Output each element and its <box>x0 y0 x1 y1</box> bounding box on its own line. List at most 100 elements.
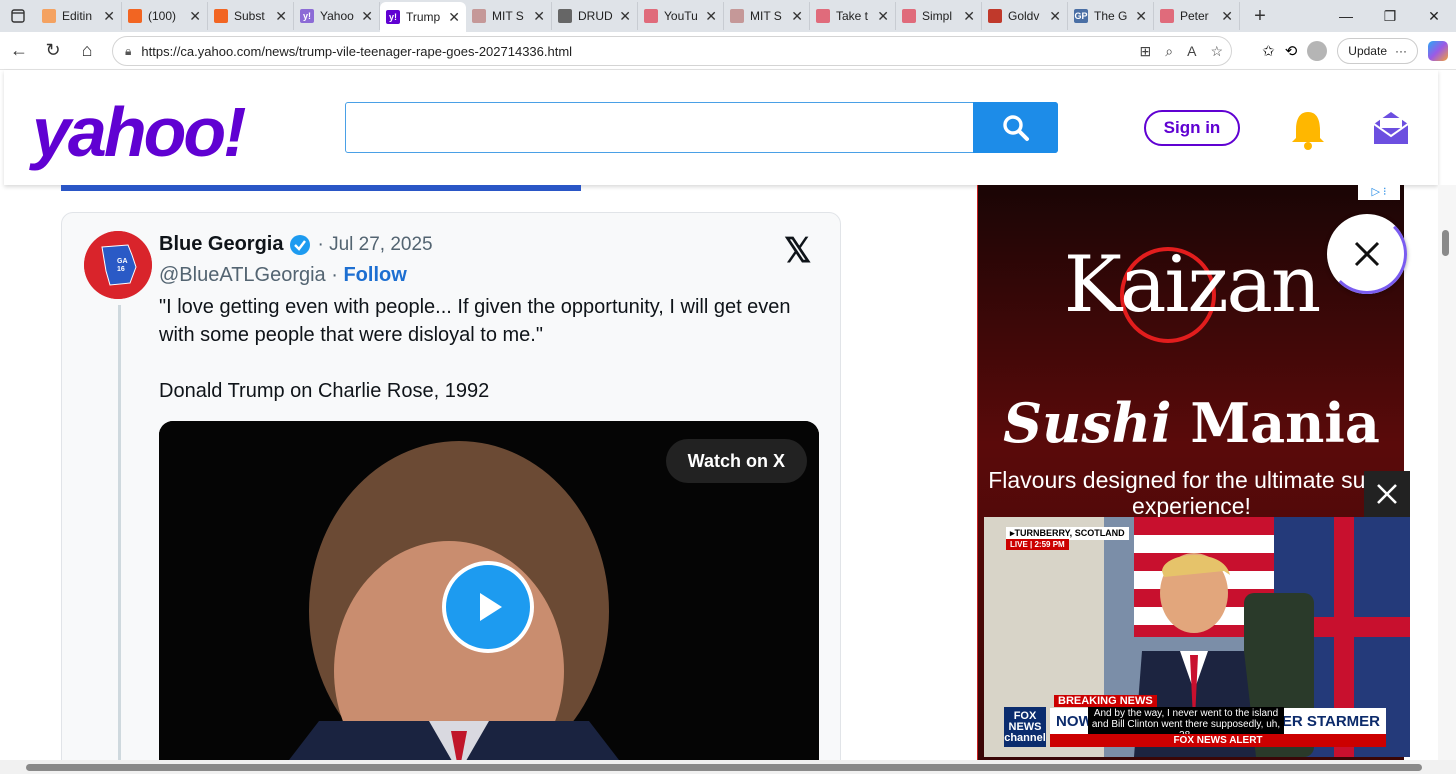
zoom-icon[interactable]: ⌕ <box>1165 43 1173 60</box>
minimize-button[interactable]: — <box>1324 0 1368 32</box>
browser-tab[interactable]: DRUD ✕ <box>552 2 638 30</box>
author-name[interactable]: Blue Georgia <box>159 233 283 256</box>
tab-close-icon[interactable]: ✕ <box>1221 8 1233 25</box>
read-aloud-icon[interactable]: A <box>1187 43 1196 59</box>
tweet-quote: "I love getting even with people... If g… <box>159 296 791 346</box>
ad-headline: Sushi Mania <box>978 391 1404 455</box>
sign-in-button[interactable]: Sign in <box>1144 110 1240 146</box>
floating-video-player[interactable]: ▸TURNBERRY, SCOTLAND LIVE | 2:59 PM BREA… <box>984 517 1410 757</box>
tab-close-icon[interactable]: ✕ <box>705 8 717 25</box>
yahoo-logo[interactable]: yahoo! <box>32 92 246 172</box>
play-button[interactable] <box>442 561 534 653</box>
tweet-attribution: Donald Trump on Charlie Rose, 1992 <box>159 380 490 402</box>
search-input[interactable] <box>345 102 1058 153</box>
tab-favicon-icon: GP <box>1074 9 1088 23</box>
tweet-text: "I love getting even with people... If g… <box>159 293 809 433</box>
window-controls: — ❐ ✕ <box>1324 0 1456 32</box>
author-handle[interactable]: @BlueATLGeorgia <box>159 264 326 286</box>
ad-subtitle: Flavours designed for the ultimate sushi… <box>988 467 1395 519</box>
app-available-icon[interactable]: ⊞ <box>1140 43 1152 60</box>
browser-tab[interactable]: y! Yahoo ✕ <box>294 2 380 30</box>
avatar[interactable]: GA 16 <box>84 231 152 299</box>
adchoices-icon[interactable]: ▷ ⁝ <box>1358 182 1400 200</box>
tab-bar: Editin ✕ (100) ✕ Subst ✕ y! Yahoo ✕ y! Trump ✕ MIT S… <box>0 0 1456 32</box>
browser-tab[interactable]: Editin ✕ <box>36 2 122 30</box>
tab-title: YouTu <box>664 9 698 23</box>
tweet-handle-row: @BlueATLGeorgia · Follow <box>159 264 407 287</box>
address-bar-row: ← ↻ ⌂ 🔒︎ https://ca.yahoo.com/news/trump… <box>0 32 1456 70</box>
tab-close-icon[interactable]: ✕ <box>448 9 460 26</box>
video-close-button[interactable] <box>1364 471 1410 517</box>
copilot-icon[interactable] <box>1428 41 1448 61</box>
tab-favicon-icon <box>1160 9 1174 23</box>
ad-close-button[interactable] <box>1327 214 1407 294</box>
history-icon[interactable]: ⟲ <box>1285 42 1298 60</box>
search-button[interactable] <box>973 102 1058 153</box>
browser-tab[interactable]: Peter ✕ <box>1154 2 1240 30</box>
browser-tab[interactable]: Subst ✕ <box>208 2 294 30</box>
svg-text:16: 16 <box>117 266 125 273</box>
tab-close-icon[interactable]: ✕ <box>275 8 287 25</box>
update-button[interactable]: Update ··· <box>1337 38 1418 64</box>
tweet-video[interactable]: Watch on X <box>159 421 819 773</box>
browser-tab[interactable]: y! Trump ✕ <box>380 2 466 32</box>
tab-close-icon[interactable]: ✕ <box>877 8 889 25</box>
tweet-author: Blue Georgia · Jul 27, 2025 <box>159 233 433 256</box>
tab-favicon-icon <box>730 9 744 23</box>
tab-actions-button[interactable] <box>0 0 36 32</box>
close-window-button[interactable]: ✕ <box>1412 0 1456 32</box>
browser-tab[interactable]: Take t ✕ <box>810 2 896 30</box>
tab-close-icon[interactable]: ✕ <box>1135 8 1147 25</box>
tab-title: Subst <box>234 9 265 23</box>
mail-icon[interactable] <box>1372 110 1410 151</box>
url-bar[interactable]: 🔒︎ https://ca.yahoo.com/news/trump-vile-… <box>112 36 1232 66</box>
tab-favicon-icon <box>644 9 658 23</box>
tab-favicon-icon <box>42 9 56 23</box>
browser-tab[interactable]: (100) ✕ <box>122 2 208 30</box>
profile-avatar[interactable] <box>1307 41 1328 61</box>
tab-close-icon[interactable]: ✕ <box>103 8 115 25</box>
browser-tab[interactable]: Goldv ✕ <box>982 2 1068 30</box>
browser-tab[interactable]: MIT S ✕ <box>466 2 552 30</box>
url-bar-icons: ⊞ ⌕ A ☆ <box>1140 37 1223 65</box>
back-button[interactable]: ← <box>2 34 36 68</box>
favorite-star-icon[interactable]: ☆ <box>1210 43 1223 60</box>
tab-close-icon[interactable]: ✕ <box>189 8 201 25</box>
tab-title: Editin <box>62 9 93 23</box>
tab-title: DRUD <box>578 9 613 23</box>
x-logo-icon[interactable]: 𝕏 <box>784 231 811 271</box>
browser-tab[interactable]: YouTu ✕ <box>638 2 724 30</box>
browser-tab[interactable]: GP The G ✕ <box>1068 2 1154 30</box>
tab-close-icon[interactable]: ✕ <box>361 8 373 25</box>
tab-close-icon[interactable]: ✕ <box>791 8 803 25</box>
tab-favicon-icon: y! <box>386 10 400 24</box>
search-icon <box>1002 114 1029 141</box>
watch-on-x-button[interactable]: Watch on X <box>665 439 807 483</box>
home-button[interactable]: ⌂ <box>70 34 104 68</box>
tab-close-icon[interactable]: ✕ <box>1049 8 1061 25</box>
countdown-ring <box>1327 214 1407 294</box>
notifications-bell-icon[interactable] <box>1288 108 1328 155</box>
tweet-date[interactable]: · Jul 27, 2025 <box>317 234 432 256</box>
maximize-button[interactable]: ❐ <box>1368 0 1412 32</box>
browser-tab[interactable]: MIT S ✕ <box>724 2 810 30</box>
thread-line <box>118 305 121 765</box>
horizontal-scroll-thumb[interactable] <box>26 764 1422 771</box>
favorites-icon[interactable]: ✩ <box>1262 42 1275 60</box>
tab-title: The G <box>1094 9 1128 23</box>
browser-tab[interactable]: Simpl ✕ <box>896 2 982 30</box>
vertical-scroll-thumb[interactable] <box>1442 230 1449 256</box>
tab-title: Goldv <box>1008 9 1040 23</box>
tab-title: MIT S <box>750 9 782 23</box>
follow-link[interactable]: Follow <box>343 264 406 286</box>
tab-close-icon[interactable]: ✕ <box>619 8 631 25</box>
tab-close-icon[interactable]: ✕ <box>533 8 545 25</box>
tab-title: Trump <box>406 10 441 24</box>
reload-button[interactable]: ↻ <box>36 34 70 68</box>
tab-title: Take t <box>836 9 869 23</box>
vertical-scrollbar[interactable] <box>1438 185 1456 760</box>
tab-close-icon[interactable]: ✕ <box>963 8 975 25</box>
play-icon <box>480 593 502 621</box>
tab-actions-icon <box>11 9 25 23</box>
new-tab-button[interactable]: + <box>1246 2 1274 30</box>
